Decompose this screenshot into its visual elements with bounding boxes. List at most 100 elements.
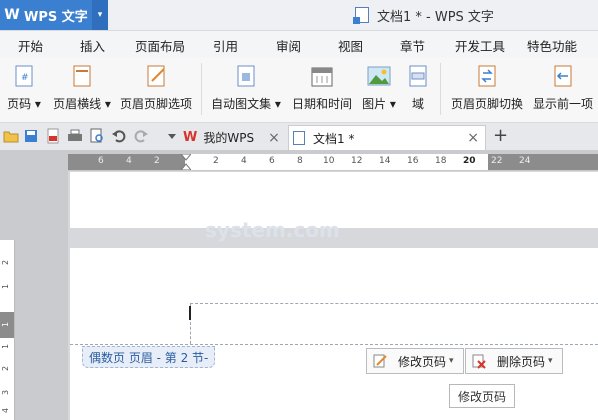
app-menu-button[interactable]: W WPS 文字: [0, 0, 92, 30]
save-icon[interactable]: [23, 128, 39, 144]
horizontal-ruler[interactable]: 6 4 2 2 4 6 8 10 12 14 16 18 20 22 24: [68, 154, 598, 171]
close-icon[interactable]: ×: [268, 130, 280, 146]
tab-developer-tools[interactable]: 开发工具: [455, 36, 505, 55]
doc-tab-document1[interactable]: 文档1 * ×: [288, 125, 486, 150]
tab-review[interactable]: 审阅: [276, 36, 301, 55]
header-line-button[interactable]: 页眉横线 ▾: [49, 57, 115, 122]
ribbon: # 页码 ▾ 页眉横线 ▾ 页眉页脚选项 自动图文集 ▾ 日期和时间 图片 ▾ …: [0, 57, 598, 123]
tooltip: 修改页码: [449, 384, 515, 408]
ribbon-divider: [440, 63, 441, 115]
header-footer-switch-label: 页眉页脚切换: [450, 97, 523, 111]
header-line-icon: [73, 65, 91, 87]
ruler-tick: 2: [213, 156, 219, 166]
document-icon: [293, 131, 305, 145]
header-footer-switch-icon: [478, 65, 496, 87]
ruler-tick: 8: [297, 156, 303, 166]
calendar-icon: [311, 67, 333, 87]
tab-special-features[interactable]: 特色功能: [527, 36, 577, 55]
ruler-tick: 18: [435, 156, 447, 166]
ruler-tick: 4: [241, 156, 247, 166]
export-pdf-icon[interactable]: [45, 128, 61, 144]
customize-dropdown-icon[interactable]: [164, 128, 180, 144]
app-menu-dropdown[interactable]: ▾: [92, 0, 108, 30]
ruler-tick: 6: [269, 156, 275, 166]
open-folder-icon[interactable]: [3, 128, 19, 144]
ruler-tick: 12: [351, 156, 363, 166]
edit-page-number-button[interactable]: 修改页码 ▾: [366, 348, 464, 374]
picture-button[interactable]: 图片 ▾: [360, 57, 398, 122]
document-icon: [353, 7, 369, 24]
ruler-tick: 24: [519, 156, 531, 166]
quick-access-bar: W 我的WPS × 文档1 * × +: [0, 123, 598, 151]
header-edit-area[interactable]: [190, 303, 598, 344]
svg-text:#: #: [21, 73, 29, 83]
edit-page-number-label: 修改页码: [398, 354, 447, 369]
vertical-ruler[interactable]: 2 1 1 1 2 3 4: [0, 240, 15, 420]
ruler-tick: 4: [126, 156, 132, 166]
menu-bar: 开始 插入 页面布局 引用 审阅 视图 章节 开发工具 特色功能: [0, 31, 598, 57]
doc-tab-my-wps[interactable]: W 我的WPS ×: [183, 125, 285, 150]
print-icon[interactable]: [67, 128, 83, 144]
picture-label: 图片: [362, 97, 387, 111]
tab-insert[interactable]: 插入: [80, 36, 105, 55]
header-footer-options-icon: [147, 65, 165, 87]
tab-home[interactable]: 开始: [18, 36, 43, 55]
vruler-tick: 3: [1, 389, 11, 396]
print-preview-icon[interactable]: [89, 128, 105, 144]
chevron-down-icon: ▾: [274, 97, 281, 111]
header-boundary-line: [70, 344, 598, 345]
page-number-icon: #: [15, 65, 33, 87]
chevron-down-icon: ▾: [449, 356, 454, 366]
app-name: WPS 文字: [24, 9, 88, 25]
show-previous-icon: [554, 65, 572, 87]
ruler-tick: 20: [463, 156, 476, 166]
show-previous-button[interactable]: 显示前一项: [531, 57, 595, 122]
vruler-tick: 1: [1, 321, 11, 328]
show-previous-label: 显示前一项: [532, 97, 593, 111]
header-section-label: 偶数页 页眉 - 第 2 节-: [82, 346, 216, 368]
autotext-icon: [237, 65, 255, 87]
ruler-tick: 10: [323, 156, 335, 166]
tab-page-layout[interactable]: 页面布局: [135, 36, 185, 55]
indent-marker-icon[interactable]: [181, 154, 191, 170]
chevron-down-icon: ▾: [389, 97, 396, 111]
ruler-tick: 14: [379, 156, 391, 166]
field-label: 域: [411, 97, 424, 111]
tab-references[interactable]: 引用: [213, 36, 238, 55]
delete-page-number-label: 删除页码: [497, 354, 546, 369]
tab-section[interactable]: 章节: [400, 36, 425, 55]
window-title: 文档1 * - WPS 文字: [353, 6, 494, 25]
delete-page-number-button[interactable]: 删除页码 ▾: [465, 348, 563, 374]
ruler-tick: 6: [98, 156, 104, 166]
wps-logo-icon: W: [183, 130, 198, 145]
page-number-button[interactable]: # 页码 ▾: [4, 57, 44, 122]
redo-icon[interactable]: [133, 128, 149, 144]
wps-logo-icon: W: [4, 7, 20, 23]
new-tab-button[interactable]: +: [493, 125, 508, 146]
page-number-label: 页码: [7, 97, 32, 111]
autotext-label: 自动图文集: [211, 97, 272, 111]
edit-icon: [373, 354, 387, 368]
header-footer-switch-button[interactable]: 页眉页脚切换: [449, 57, 525, 122]
vruler-tick: 1: [1, 343, 11, 350]
autotext-button[interactable]: 自动图文集 ▾: [209, 57, 283, 122]
delete-icon: [472, 354, 486, 369]
vruler-tick: 2: [1, 365, 11, 372]
undo-icon[interactable]: [111, 128, 127, 144]
doc-tab-label: 我的WPS: [203, 131, 255, 145]
header-footer-options-button[interactable]: 页眉页脚选项: [118, 57, 194, 122]
vruler-tick: 1: [1, 283, 11, 290]
field-icon: [409, 65, 427, 87]
field-button[interactable]: 域: [404, 57, 432, 122]
close-icon[interactable]: ×: [467, 130, 479, 146]
ribbon-divider: [201, 63, 202, 115]
picture-icon: [367, 66, 391, 86]
vruler-tick: 4: [1, 407, 11, 414]
header-footer-options-label: 页眉页脚选项: [119, 97, 192, 111]
header-line-label: 页眉横线: [53, 97, 102, 111]
chevron-down-icon: ▾: [34, 97, 41, 111]
date-time-button[interactable]: 日期和时间: [290, 57, 354, 122]
chevron-down-icon: ▾: [548, 356, 553, 366]
vruler-tick: 2: [1, 259, 11, 266]
tab-view[interactable]: 视图: [338, 36, 363, 55]
